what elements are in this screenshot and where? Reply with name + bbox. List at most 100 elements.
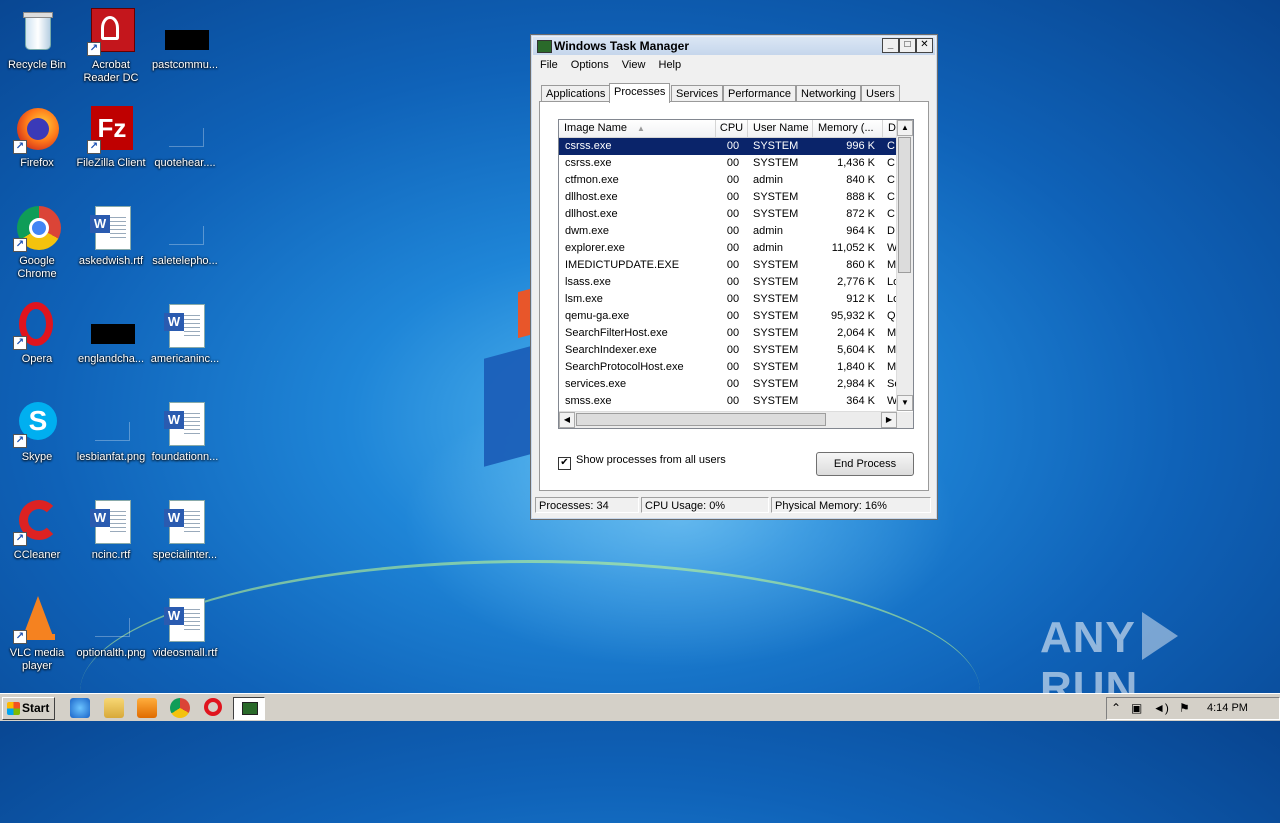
- process-row[interactable]: dllhost.exe 00 SYSTEM 888 KC: [559, 189, 897, 206]
- process-name: IMEDICTUPDATE.EXE: [565, 259, 680, 271]
- process-user: admin: [753, 174, 783, 186]
- tab-networking[interactable]: Networking: [796, 85, 862, 102]
- folder-icon[interactable]: [104, 698, 124, 718]
- word-document-icon: W: [161, 400, 209, 448]
- process-user: admin: [753, 225, 783, 237]
- desktop-icon-quotehear[interactable]: quotehear....: [148, 106, 222, 170]
- tab-processes[interactable]: Processes: [609, 83, 671, 103]
- column-memory[interactable]: Memory (...: [813, 120, 883, 137]
- taskbar-task-manager-button[interactable]: [233, 697, 265, 720]
- start-button[interactable]: Start: [2, 697, 55, 720]
- desktop-icon-ncinc[interactable]: W ncinc.rtf: [74, 498, 148, 562]
- scroll-down-icon[interactable]: ▼: [897, 395, 913, 411]
- vertical-scrollbar[interactable]: ▲ ▼: [896, 120, 913, 411]
- desktop-icon-saletelepho[interactable]: saletelepho...: [148, 204, 222, 268]
- process-row[interactable]: csrss.exe 00 SYSTEM 996 KC: [559, 138, 897, 155]
- process-name: dllhost.exe: [565, 191, 618, 203]
- end-process-button[interactable]: End Process: [816, 452, 914, 476]
- desktop-icon-videosmall[interactable]: W videosmall.rtf: [148, 596, 222, 660]
- process-row[interactable]: lsm.exe00SYSTEM912 KLo: [559, 291, 897, 308]
- process-row[interactable]: ctfmon.exe 00 admin 840 KC: [559, 172, 897, 189]
- desktop-icon-specialinter[interactable]: W specialinter...: [148, 498, 222, 562]
- network-icon[interactable]: ▣: [1131, 701, 1142, 715]
- process-cpu: 00: [726, 395, 740, 407]
- word-document-icon: W: [161, 302, 209, 350]
- taskbar: Start ⌃ ▣ ◄) ⚑ 4:14 PM: [0, 693, 1280, 721]
- action-center-flag-icon[interactable]: ⚑: [1179, 701, 1190, 715]
- process-row[interactable]: SearchIndexer.exe 00 SYSTEM 5,604 KM: [559, 342, 897, 359]
- internet-explorer-icon[interactable]: [70, 698, 90, 718]
- tab-services[interactable]: Services: [671, 85, 724, 102]
- tab-users[interactable]: Users: [861, 85, 900, 102]
- vertical-scroll-thumb[interactable]: [898, 137, 911, 273]
- window-titlebar[interactable]: Windows Task Manager _ □ ✕: [533, 37, 935, 55]
- desktop-icon-askedwish[interactable]: W askedwish.rtf: [74, 204, 148, 268]
- scroll-left-icon[interactable]: ◀: [559, 412, 575, 428]
- show-all-processes-option[interactable]: ✔ Show processes from all users: [558, 454, 726, 470]
- desktop-icon-label: pastcommu...: [151, 59, 219, 71]
- process-row[interactable]: qemu-ga.exe 00 SYSTEM 95,932 KQ: [559, 308, 897, 325]
- column-user-name[interactable]: User Name: [748, 120, 813, 137]
- process-row[interactable]: csrss.exe 00 SYSTEM 1,436 KC: [559, 155, 897, 172]
- desktop-icon-acrobat[interactable]: ↗ Acrobat Reader DC: [74, 8, 148, 85]
- desktop-icon-americaninc[interactable]: W americaninc...: [148, 302, 222, 366]
- column-image-name[interactable]: Image Name ▲: [559, 120, 716, 137]
- process-user: SYSTEM: [753, 310, 799, 322]
- menu-view[interactable]: View: [617, 57, 651, 73]
- process-row[interactable]: smss.exe 00 SYSTEM 364 KW: [559, 393, 897, 410]
- horizontal-scroll-thumb[interactable]: [576, 413, 826, 426]
- process-list[interactable]: Image Name ▲ CPU User Name Memory (... D …: [558, 119, 914, 429]
- close-button[interactable]: ✕: [916, 38, 933, 53]
- desktop-icon-skype[interactable]: S ↗ Skype: [0, 400, 74, 464]
- show-all-checkbox[interactable]: ✔: [558, 457, 571, 470]
- desktop-icon-filezilla[interactable]: Fz ↗ FileZilla Client: [74, 106, 148, 170]
- sort-ascending-icon: ▲: [636, 124, 645, 133]
- desktop-icon-foundationn[interactable]: W foundationn...: [148, 400, 222, 464]
- desktop-icon-englandcha[interactable]: englandcha...: [74, 302, 148, 366]
- process-user: SYSTEM: [753, 293, 799, 305]
- process-row[interactable]: SearchFilterHost.exe 00 SYSTEM 2,064 KM: [559, 325, 897, 342]
- opera-taskbar-icon[interactable]: [204, 698, 222, 716]
- process-name: dllhost.exe: [565, 208, 618, 220]
- clock[interactable]: 4:14 PM: [1207, 698, 1248, 719]
- process-row[interactable]: dwm.exe 00 admin 964 KD: [559, 223, 897, 240]
- scroll-up-icon[interactable]: ▲: [897, 120, 913, 136]
- column-description[interactable]: D: [883, 120, 897, 137]
- chrome-taskbar-icon[interactable]: [170, 698, 190, 718]
- desktop-icon-ccleaner[interactable]: ↗ CCleaner: [0, 498, 74, 562]
- media-player-icon[interactable]: [137, 698, 157, 718]
- horizontal-scrollbar[interactable]: ◀ ▶: [559, 411, 897, 428]
- process-row[interactable]: services.exe00SYSTEM2,984 KSe: [559, 376, 897, 393]
- desktop-icon-label: foundationn...: [151, 451, 219, 463]
- menu-options[interactable]: Options: [566, 57, 614, 73]
- process-name: csrss.exe: [565, 140, 612, 152]
- desktop-icon-firefox[interactable]: ↗ Firefox: [0, 106, 74, 170]
- maximize-button[interactable]: □: [899, 38, 916, 53]
- word-document-icon: W: [87, 204, 135, 252]
- tab-applications[interactable]: Applications: [541, 85, 611, 102]
- show-hidden-icons-icon[interactable]: ⌃: [1111, 701, 1121, 715]
- scroll-right-icon[interactable]: ▶: [881, 412, 897, 428]
- process-row[interactable]: lsass.exe00SYSTEM2,776 KLo: [559, 274, 897, 291]
- desktop-icon-opera[interactable]: ↗ Opera: [0, 302, 74, 366]
- desktop-icon-pastcommu[interactable]: pastcommu...: [148, 8, 222, 72]
- show-all-label: Show processes from all users: [576, 454, 726, 466]
- desktop-icon-lesbianfat[interactable]: lesbianfat.png: [74, 400, 148, 464]
- process-row[interactable]: IMEDICTUPDATE.EXE 00 SYSTEM 860 KM: [559, 257, 897, 274]
- processes-panel: Image Name ▲ CPU User Name Memory (... D …: [539, 101, 929, 491]
- process-row[interactable]: SearchProtocolHost.exe 00 SYSTEM 1,840 KM: [559, 359, 897, 376]
- process-row[interactable]: explorer.exe 00 admin 11,052 KW: [559, 240, 897, 257]
- desktop-icon-vlc[interactable]: ↗ VLC media player: [0, 596, 74, 673]
- process-row[interactable]: dllhost.exe 00 SYSTEM 872 KC: [559, 206, 897, 223]
- desktop-icon-optionalth[interactable]: optionalth.png: [74, 596, 148, 660]
- minimize-button[interactable]: _: [882, 38, 899, 53]
- menu-help[interactable]: Help: [654, 57, 687, 73]
- process-memory: 912 K: [846, 293, 875, 305]
- column-cpu[interactable]: CPU: [716, 120, 748, 137]
- menu-file[interactable]: File: [535, 57, 563, 73]
- volume-icon[interactable]: ◄): [1153, 701, 1169, 715]
- desktop-icon-recycle-bin[interactable]: Recycle Bin: [0, 8, 74, 72]
- tab-performance[interactable]: Performance: [723, 85, 796, 102]
- start-label: Start: [22, 701, 50, 715]
- desktop-icon-chrome[interactable]: ↗ Google Chrome: [0, 204, 74, 281]
